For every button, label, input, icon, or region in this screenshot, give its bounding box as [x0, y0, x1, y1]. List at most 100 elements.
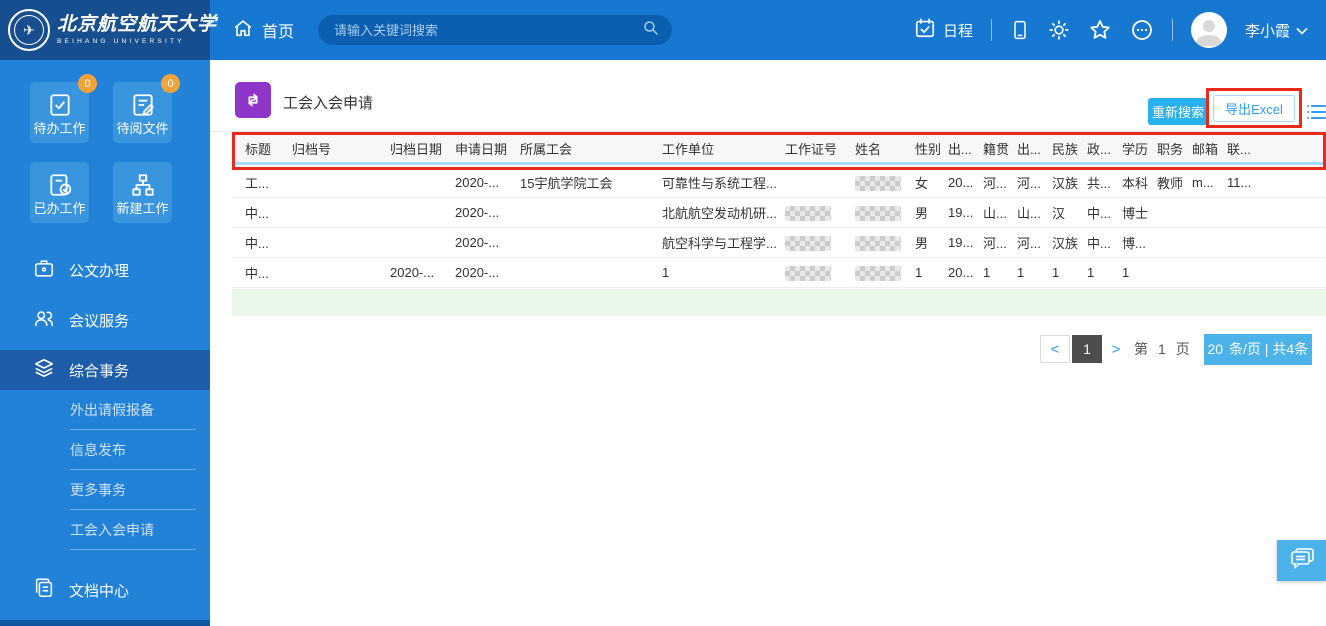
redacted-value: [855, 175, 901, 191]
table-cell: 可靠性与系统工程...: [662, 176, 777, 191]
user-menu[interactable]: 李小霞: [1245, 20, 1308, 41]
page-number-input[interactable]: 1: [1158, 341, 1166, 357]
tile-label: 待阅文件: [116, 121, 169, 136]
column-header[interactable]: 籍贯: [983, 139, 1017, 158]
tile-completed-work[interactable]: 已办工作: [30, 162, 89, 223]
chat-bubble-icon: [1289, 546, 1315, 575]
column-header[interactable]: 出...: [948, 139, 983, 158]
submenu-item-more-affairs[interactable]: 更多事务: [70, 470, 196, 510]
column-header[interactable]: 政...: [1087, 139, 1122, 158]
redacted-value: [785, 235, 831, 251]
table-row[interactable]: 中... 2020-... 2020-... 1 1 20... 1 1 1 1 1: [232, 258, 1326, 288]
page-suffix: 页: [1175, 341, 1190, 357]
tile-label: 已办工作: [33, 201, 86, 216]
column-header[interactable]: 所属工会: [520, 139, 662, 158]
nav-home[interactable]: 首页: [232, 0, 294, 60]
divider: [210, 131, 1326, 132]
column-header[interactable]: 邮箱: [1192, 139, 1227, 158]
prev-page-button[interactable]: <: [1040, 335, 1070, 363]
submenu-item-info-publish[interactable]: 信息发布: [70, 430, 196, 470]
column-header[interactable]: 姓名: [855, 139, 915, 158]
table-cell: 1: [983, 265, 991, 280]
table-cell: [855, 234, 915, 251]
column-header[interactable]: 归档日期: [390, 139, 455, 158]
column-header[interactable]: 归档号: [292, 139, 390, 158]
tile-label: 新建工作: [116, 201, 169, 216]
search-icon[interactable]: [642, 19, 660, 42]
research-button[interactable]: 重新搜索: [1148, 98, 1208, 125]
home-icon: [232, 17, 254, 44]
union-application-icon: [235, 82, 271, 118]
column-header[interactable]: 职务: [1157, 139, 1192, 158]
table-cell: 19...: [948, 235, 974, 250]
table-cell: 汉族: [1052, 176, 1079, 191]
redacted-value: [785, 205, 831, 221]
logo-title: 北京航空航天大学: [57, 13, 218, 35]
next-page-button[interactable]: >: [1102, 335, 1130, 363]
table-cell: 男: [915, 236, 929, 251]
sidebar-item-meeting-service[interactable]: 会议服务: [0, 300, 210, 340]
column-header[interactable]: 联...: [1227, 139, 1271, 158]
column-header[interactable]: 工作证号: [785, 139, 855, 158]
table-cell: [855, 204, 915, 221]
star-icon[interactable]: [1088, 18, 1112, 42]
column-header[interactable]: 申请日期: [455, 139, 520, 158]
home-label: 首页: [262, 24, 295, 41]
tile-todo-work[interactable]: 待办工作: [30, 82, 89, 143]
per-page-selector[interactable]: 20 条/页 | 共4条: [1203, 333, 1312, 365]
column-header[interactable]: 工作单位: [662, 139, 785, 158]
global-search[interactable]: [318, 15, 672, 45]
current-page-button[interactable]: 1: [1072, 335, 1102, 363]
table-row[interactable]: 中... 2020-... 航空科学与工程学... 男 19... 河... 河... 汉族中…: [232, 228, 1326, 258]
column-header[interactable]: 出...: [1017, 139, 1052, 158]
table-row[interactable]: 工... 2020-... 15宇航学院工会 可靠性与系统工程... 女 20... 河..…: [232, 168, 1326, 198]
submenu-label: 工会入会申请: [70, 521, 154, 538]
submenu-label: 信息发布: [70, 441, 126, 458]
mobile-icon[interactable]: [1010, 19, 1030, 41]
more-options-icon[interactable]: [1130, 18, 1154, 42]
table-cell: 山...: [983, 206, 1007, 221]
column-header[interactable]: 民族: [1052, 139, 1087, 158]
table-cell: 河...: [1017, 176, 1041, 191]
redacted-value: [855, 265, 901, 281]
schedule-label: 日程: [942, 22, 973, 40]
table-cell: 11...: [1227, 175, 1252, 190]
table-cell: 1: [1052, 265, 1060, 280]
schedule-button[interactable]: 日程: [914, 17, 973, 43]
sidebar-item-document-processing[interactable]: 公文办理: [0, 250, 210, 290]
avatar[interactable]: [1190, 12, 1227, 48]
submenu-item-leave-report[interactable]: 外出请假报备: [70, 390, 196, 430]
column-header[interactable]: 标题: [245, 139, 292, 158]
table-row[interactable]: 中... 2020-... 北航航空发动机研... 男 19... 山... 山... 汉 中.…: [232, 198, 1326, 228]
tile-new-work[interactable]: 新建工作: [113, 162, 172, 223]
table-cell: [785, 264, 855, 281]
export-excel-button[interactable]: 导出Excel: [1213, 95, 1295, 122]
table-cell: 19...: [948, 205, 974, 220]
table-cell: 山...: [1017, 206, 1041, 221]
layers-icon: [33, 357, 55, 383]
table-cell: 汉族: [1052, 236, 1079, 251]
submenu-item-union-application[interactable]: 工会入会申请: [70, 510, 196, 550]
tile-documents-to-read[interactable]: 待阅文件: [113, 82, 172, 143]
table-cell: 中...: [245, 266, 269, 281]
table-cell: 北航航空发动机研...: [662, 206, 777, 221]
briefcase-icon: [33, 257, 55, 283]
search-input[interactable]: [334, 22, 642, 38]
table-cell: 中...: [1087, 236, 1111, 251]
table-cell: 中...: [245, 236, 269, 251]
university-emblem-icon: ✈: [8, 9, 50, 51]
tile-label: 待办工作: [33, 121, 86, 136]
chat-button[interactable]: [1277, 540, 1326, 581]
column-header[interactable]: 性别: [915, 139, 948, 158]
table-cell: 2020-...: [455, 265, 500, 280]
sidebar-item-general-affairs[interactable]: 综合事务: [0, 350, 210, 390]
table-cell: 1: [1122, 265, 1130, 280]
table-cell: 博士: [1122, 206, 1149, 221]
list-view-icon[interactable]: [1306, 103, 1326, 126]
table-cell: [855, 174, 915, 191]
gear-icon[interactable]: [1048, 19, 1070, 41]
table-cell: 本科: [1122, 176, 1149, 191]
sidebar-item-document-center[interactable]: 文档中心: [0, 570, 210, 610]
column-header[interactable]: 学历: [1122, 139, 1157, 158]
sidebar-item-label: 综合事务: [69, 362, 130, 380]
